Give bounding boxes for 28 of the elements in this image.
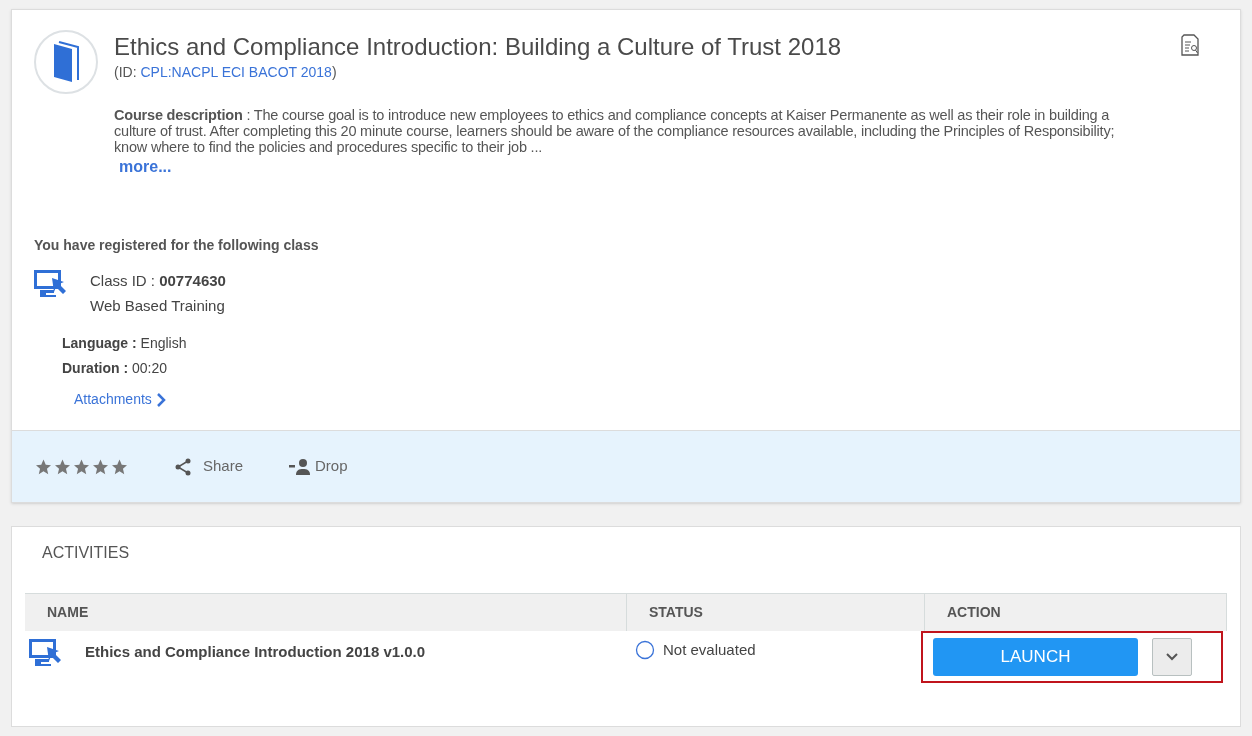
status-circle-icon bbox=[635, 640, 655, 660]
share-icon bbox=[175, 457, 191, 476]
drop-button[interactable]: Drop bbox=[289, 455, 348, 478]
share-button[interactable]: Share bbox=[175, 455, 244, 478]
launch-button[interactable]: LAUNCH bbox=[933, 638, 1138, 676]
book-icon bbox=[34, 30, 98, 94]
remove-person-icon bbox=[289, 458, 312, 475]
course-id: (ID: CPL:NACPL ECI BACOT 2018) bbox=[114, 63, 338, 82]
star-rating[interactable] bbox=[34, 457, 129, 476]
duration: Duration : 00:20 bbox=[62, 359, 169, 378]
class-type: Web Based Training bbox=[90, 295, 226, 316]
chevron-right-icon bbox=[155, 392, 166, 407]
registration-heading: You have registered for the following class bbox=[34, 236, 320, 255]
activities-heading: ACTIVITIES bbox=[41, 543, 131, 563]
chevron-down-icon bbox=[1166, 653, 1178, 661]
more-link[interactable]: more... bbox=[119, 155, 172, 179]
course-id-link[interactable]: CPL:NACPL ECI BACOT 2018 bbox=[140, 64, 332, 80]
class-id: Class ID : 00774630 bbox=[90, 271, 226, 291]
column-header: ACTION bbox=[925, 593, 1227, 631]
column-header: NAME bbox=[25, 593, 627, 631]
language: Language : English bbox=[62, 334, 188, 353]
column-header: STATUS bbox=[627, 593, 925, 631]
course-title: Ethics and Compliance Introduction: Building a Culture of Trust 2018 bbox=[114, 32, 842, 62]
status-text: Not evaluated bbox=[663, 640, 756, 660]
course-description: Course description : The course goal is to introduce new employees to ethics and compliance concepts at Kaiser Permanente as well as their role in building a culture of trust. After completing this 20 minute course, learners should be aware of the compliance resources available, including the Principles of Responsibility; know where to find the policies and procedures specific to their job ... bbox=[114, 107, 1116, 155]
document-search-icon[interactable] bbox=[1180, 34, 1200, 56]
activity-name: Ethics and Compliance Introduction 2018 v1.0.0 bbox=[85, 642, 426, 662]
attachments-link[interactable]: Attachments bbox=[74, 389, 166, 410]
